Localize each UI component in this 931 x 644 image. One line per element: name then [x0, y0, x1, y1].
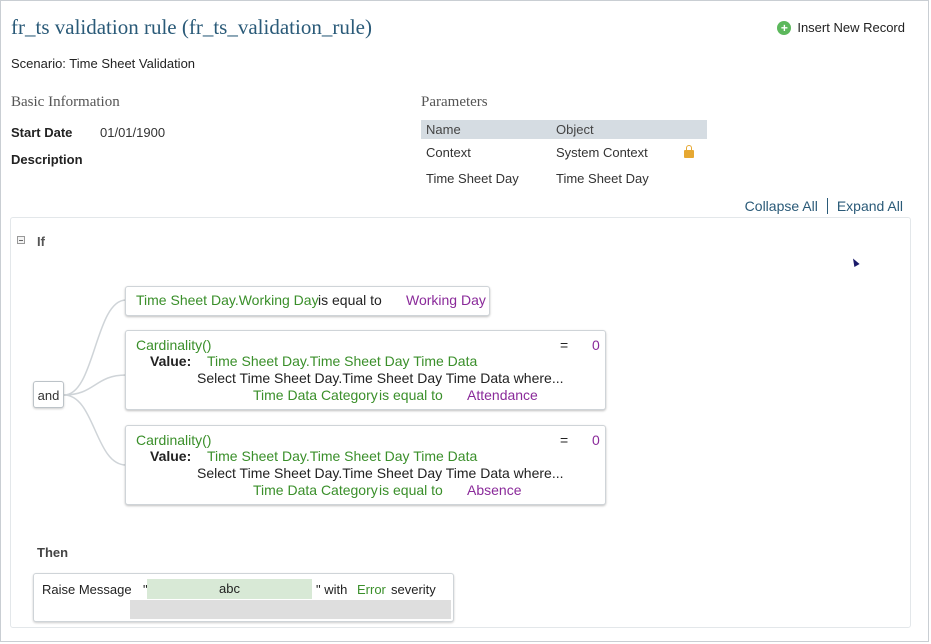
condition2-eq: =	[560, 337, 569, 353]
condition1-left: Time Sheet Day.Working Day	[136, 292, 319, 308]
condition1-right: Working Day	[406, 292, 486, 308]
severity-value: Error	[357, 582, 386, 597]
condition2-where-value: Attendance	[467, 387, 538, 403]
message-secondary-field[interactable]	[130, 600, 451, 619]
condition3-eq: =	[560, 432, 569, 448]
condition3-func: Cardinality()	[136, 432, 212, 448]
condition3-where-op: is equal to	[379, 482, 443, 498]
condition2-where-field: Time Data Category	[253, 387, 378, 403]
raise-message-prefix: Raise Message	[42, 582, 132, 597]
condition2-select: Select Time Sheet Day.Time Sheet Day Tim…	[197, 370, 564, 386]
condition3-where-field: Time Data Category	[253, 482, 378, 498]
message-text-field[interactable]: abc	[147, 579, 312, 599]
condition3-value: Time Sheet Day.Time Sheet Day Time Data	[207, 448, 478, 464]
close-quote-with: " with	[316, 582, 348, 597]
condition2-eq-value: 0	[592, 337, 600, 353]
condition2-value: Time Sheet Day.Time Sheet Day Time Data	[207, 353, 478, 369]
and-operator[interactable]: and	[33, 381, 64, 408]
condition-connectors	[63, 299, 127, 466]
condition-working-day[interactable]: Time Sheet Day.Working Day is equal to W…	[125, 286, 490, 316]
condition2-where-op: is equal to	[379, 387, 443, 403]
condition-attendance-cardinality[interactable]: Cardinality() = 0 Value: Time Sheet Day.…	[125, 330, 606, 410]
severity-suffix: severity	[391, 582, 436, 597]
condition2-value-label: Value:	[150, 353, 192, 369]
condition1-op: is equal to	[318, 292, 382, 308]
condition3-eq-value: 0	[592, 432, 600, 448]
then-label: Then	[37, 545, 69, 560]
condition3-select: Select Time Sheet Day.Time Sheet Day Tim…	[197, 465, 564, 481]
condition3-value-label: Value:	[150, 448, 192, 464]
condition3-where-value: Absence	[467, 482, 522, 498]
condition2-func: Cardinality()	[136, 337, 212, 353]
condition-absence-cardinality[interactable]: Cardinality() = 0 Value: Time Sheet Day.…	[125, 425, 606, 505]
